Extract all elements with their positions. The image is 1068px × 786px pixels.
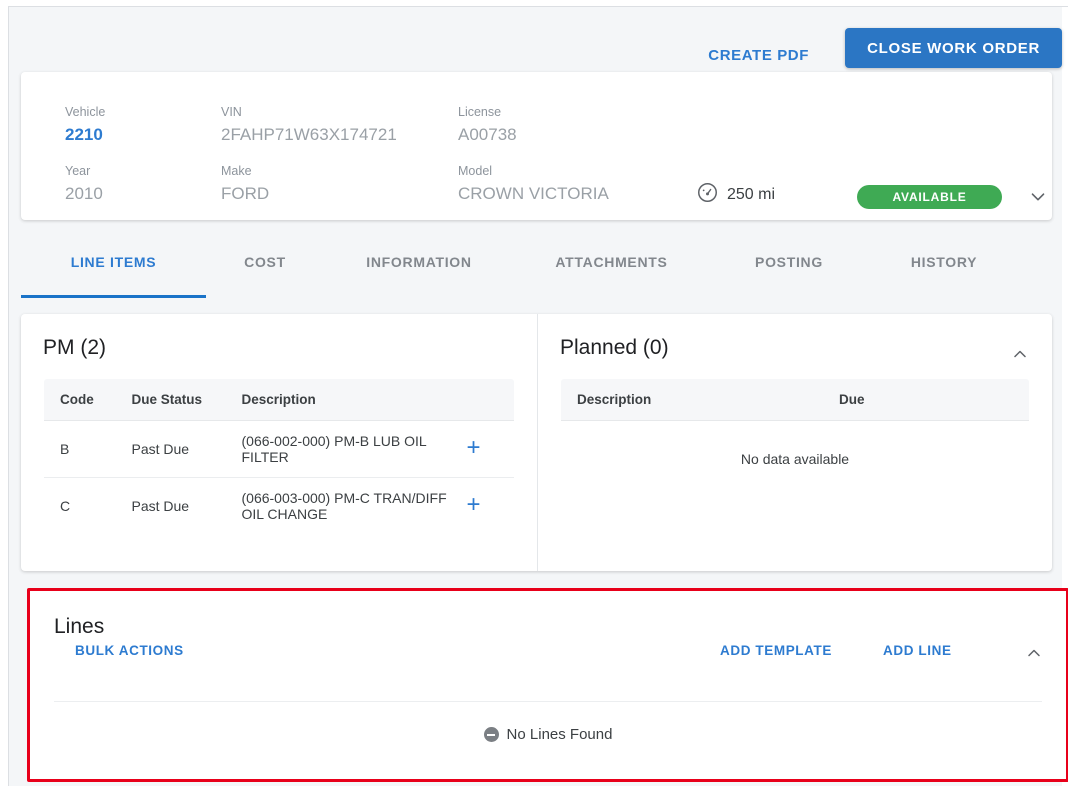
odometer-readout: 250 mi bbox=[697, 182, 775, 208]
add-template-button[interactable]: ADD TEMPLATE bbox=[720, 643, 832, 658]
pm-row-code: C bbox=[60, 498, 71, 514]
license-field-label: License bbox=[458, 105, 502, 119]
model-field-label: Model bbox=[458, 164, 493, 178]
planned-empty-text: No data available bbox=[740, 451, 850, 467]
model-field: Model CROWN VICTORIA bbox=[458, 163, 609, 206]
tab-label: INFORMATION bbox=[366, 254, 472, 270]
vehicle-info-card: Vehicle 2210 VIN 2FAHP71W63X174721 Licen… bbox=[21, 72, 1052, 220]
chevron-down-icon[interactable] bbox=[1027, 185, 1049, 212]
action-bar: CREATE PDF CLOSE WORK ORDER bbox=[9, 7, 1062, 79]
pm-column-code: Code bbox=[44, 379, 116, 421]
lines-section-title: Lines bbox=[54, 615, 105, 638]
lines-empty-state: No Lines Found bbox=[30, 726, 1066, 743]
tab-label: HISTORY bbox=[910, 254, 978, 270]
planned-table: Description Due No data available bbox=[560, 378, 1030, 498]
status-badge[interactable]: AVAILABLE bbox=[857, 185, 1002, 209]
create-pdf-button[interactable]: CREATE PDF bbox=[700, 41, 817, 70]
pm-row-add-button[interactable]: + bbox=[451, 478, 515, 535]
work-order-page: CREATE PDF CLOSE WORK ORDER Vehicle 2210… bbox=[0, 0, 1068, 786]
make-field: Make FORD bbox=[221, 163, 269, 206]
planned-section: Planned (0) Description Due No data avai… bbox=[537, 314, 1052, 571]
license-field: License A00738 bbox=[458, 104, 517, 147]
vin-field-value: 2FAHP71W63X174721 bbox=[221, 125, 397, 144]
lines-divider bbox=[54, 701, 1042, 702]
planned-empty-row: No data available bbox=[561, 421, 1029, 498]
gauge-icon bbox=[697, 182, 718, 208]
close-work-order-button[interactable]: CLOSE WORK ORDER bbox=[845, 28, 1062, 68]
vin-field-label: VIN bbox=[221, 105, 242, 119]
tab-history[interactable]: HISTORY bbox=[869, 235, 1019, 289]
page-content: CREATE PDF CLOSE WORK ORDER Vehicle 2210… bbox=[9, 7, 1068, 786]
tab-cost[interactable]: COST bbox=[206, 235, 324, 289]
pm-row-description: (066-003-000) PM-C TRAN/DIFF OIL CHANGE bbox=[241, 490, 447, 522]
pm-row-add-button[interactable]: + bbox=[450, 420, 514, 478]
pm-table-header-row: Code Due Status Description bbox=[44, 379, 514, 421]
vehicle-field-label: Vehicle bbox=[65, 105, 106, 119]
vehicle-field: Vehicle 2210 bbox=[65, 104, 105, 147]
planned-table-header-row: Description Due bbox=[561, 379, 1029, 421]
pm-column-due-status: Due Status bbox=[115, 379, 226, 421]
lines-panel: Lines BULK ACTIONS ADD TEMPLATE ADD LINE… bbox=[27, 588, 1068, 782]
add-line-button[interactable]: ADD LINE bbox=[883, 643, 952, 658]
year-field-value: 2010 bbox=[65, 184, 103, 203]
year-field-label: Year bbox=[65, 164, 91, 178]
planned-section-title: Planned (0) bbox=[560, 336, 669, 359]
make-field-value: FORD bbox=[221, 184, 270, 203]
pm-row-due-status: Past Due bbox=[131, 498, 190, 514]
tab-label: LINE ITEMS bbox=[70, 254, 157, 270]
pm-column-action bbox=[450, 379, 514, 421]
table-row[interactable]: B Past Due (066-002-000) PM-B LUB OIL FI… bbox=[44, 420, 514, 478]
pm-row-description: (066-002-000) PM-B LUB OIL FILTER bbox=[225, 420, 451, 478]
chevron-up-icon[interactable] bbox=[1024, 643, 1044, 668]
tab-posting[interactable]: POSTING bbox=[709, 235, 869, 289]
model-field-value: CROWN VICTORIA bbox=[458, 184, 609, 203]
window-frame-left bbox=[0, 0, 8, 786]
make-field-label: Make bbox=[221, 164, 252, 178]
bulk-actions-button[interactable]: BULK ACTIONS bbox=[75, 643, 184, 658]
plus-icon[interactable]: + bbox=[467, 491, 481, 518]
vin-field: VIN 2FAHP71W63X174721 bbox=[221, 104, 397, 147]
year-field: Year 2010 bbox=[65, 163, 103, 206]
tab-label: POSTING bbox=[755, 254, 823, 270]
planned-column-description: Description bbox=[561, 379, 795, 421]
table-row[interactable]: C Past Due (066-003-000) PM-C TRAN/DIFF … bbox=[44, 478, 515, 535]
lines-empty-text: No Lines Found bbox=[506, 726, 613, 743]
planned-column-due: Due bbox=[795, 379, 1029, 421]
pm-section-title: PM (2) bbox=[43, 336, 106, 359]
license-field-value: A00738 bbox=[458, 125, 517, 144]
tab-attachments[interactable]: ATTACHMENTS bbox=[514, 235, 709, 289]
pm-row-code: B bbox=[44, 420, 116, 478]
tab-label: ATTACHMENTS bbox=[555, 254, 668, 270]
pm-section: PM (2) Code Due Status Description B Pas… bbox=[21, 314, 537, 571]
tab-bar: LINE ITEMS COST INFORMATION ATTACHMENTS … bbox=[21, 235, 1052, 298]
vehicle-number-link[interactable]: 2210 bbox=[65, 123, 105, 147]
odometer-value: 250 mi bbox=[727, 186, 776, 203]
tab-line-items[interactable]: LINE ITEMS bbox=[21, 235, 206, 298]
pm-row-due-status: Past Due bbox=[115, 420, 226, 478]
tab-label: COST bbox=[244, 254, 286, 270]
line-items-panel: PM (2) Code Due Status Description B Pas… bbox=[21, 314, 1052, 571]
pm-column-description: Description bbox=[225, 379, 451, 421]
chevron-up-icon[interactable] bbox=[1010, 344, 1030, 369]
plus-icon[interactable]: + bbox=[467, 434, 481, 461]
minus-circle-icon bbox=[483, 727, 499, 742]
pm-table: Code Due Status Description B Past Due (… bbox=[43, 378, 515, 535]
tab-information[interactable]: INFORMATION bbox=[324, 235, 514, 289]
